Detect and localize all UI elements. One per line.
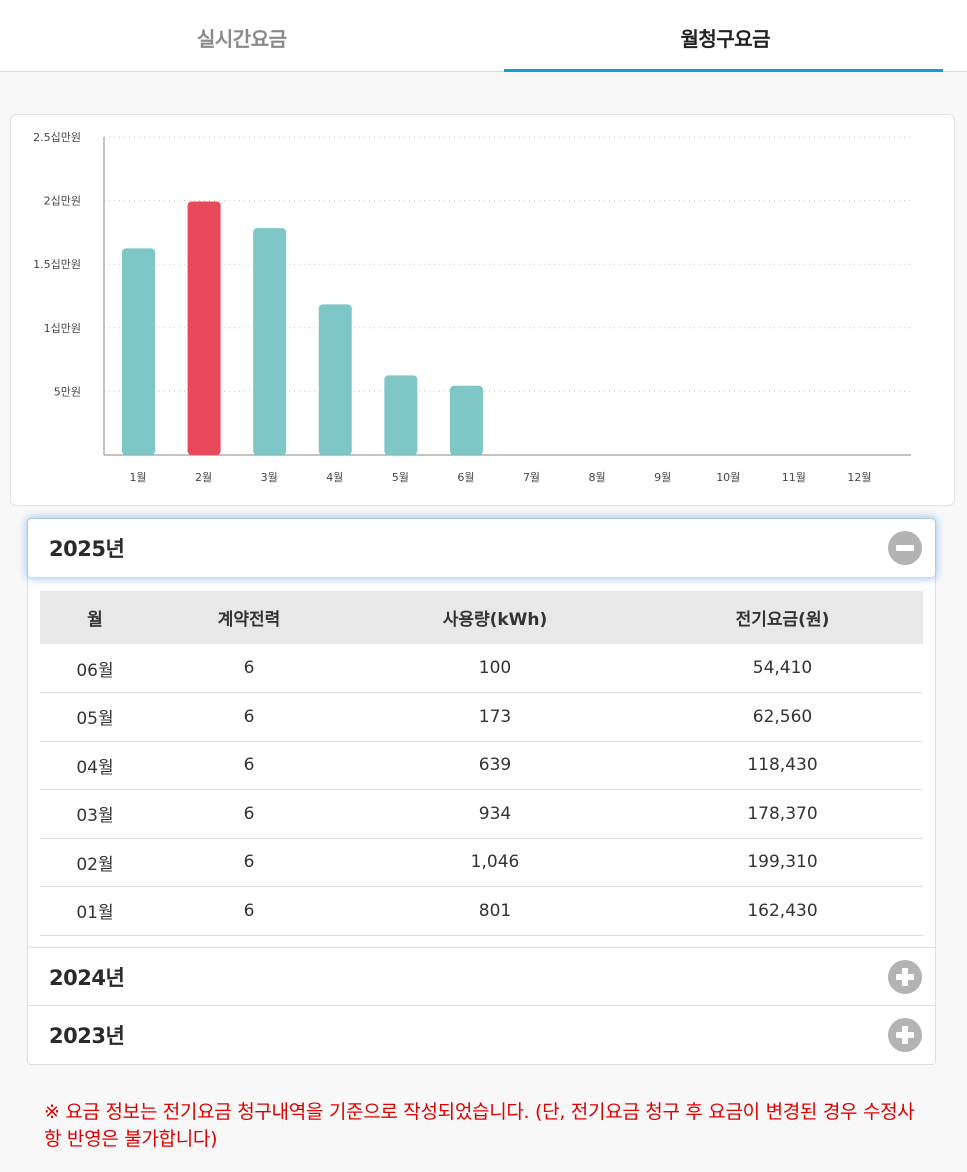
bar-4	[318, 304, 352, 455]
cell-usage: 100	[348, 644, 642, 693]
y-tick-label: 2.5십만원	[33, 131, 81, 144]
year-accordion: 2025년 월 계약전력 사용량(kWh) 전기요금(원) 06월 6 100 …	[27, 518, 936, 1065]
cell-month: 02월	[40, 838, 150, 887]
table-row: 04월 6 639 118,430	[40, 741, 923, 790]
bar-chart: 5만원 1십만원 1.5십만원 2십만원 2.5십만원 1월 2월 3월 4월 5월 6월 7월 8월 9…	[33, 131, 911, 484]
y-tick-label: 1.5십만원	[33, 258, 81, 271]
cell-contract-power: 6	[150, 838, 348, 887]
year-title: 2023년	[49, 1023, 125, 1048]
cell-contract-power: 6	[150, 644, 348, 693]
cell-charge: 162,430	[642, 886, 923, 936]
cell-charge: 62,560	[642, 692, 923, 742]
col-contract-power: 계약전력	[150, 591, 348, 644]
table-row: 05월 6 173 62,560	[40, 692, 923, 742]
cell-usage: 801	[348, 886, 642, 936]
cell-month: 05월	[40, 692, 150, 742]
cell-month: 01월	[40, 886, 150, 936]
billing-notice: ※ 요금 정보는 전기요금 청구내역을 기준으로 작성되었습니다. (단, 전기…	[44, 1101, 915, 1150]
cell-usage: 173	[348, 692, 642, 742]
cell-contract-power: 6	[150, 886, 348, 936]
bar-6	[449, 385, 483, 455]
year-title: 2024년	[49, 965, 125, 990]
x-tick-label: 11월	[782, 471, 806, 484]
monthly-bill-table: 월 계약전력 사용량(kWh) 전기요금(원) 06월 6 100 54,410…	[40, 591, 923, 936]
tab-realtime[interactable]: 실시간요금	[0, 0, 484, 71]
bar-1	[122, 248, 155, 455]
cell-contract-power: 6	[150, 789, 348, 839]
tab-bar: 실시간요금 월청구요금	[0, 0, 967, 72]
bar-3	[253, 228, 287, 455]
cell-charge: 54,410	[642, 644, 923, 693]
cell-charge: 178,370	[642, 789, 923, 839]
bar-2	[187, 201, 221, 455]
y-tick-label: 5만원	[54, 385, 81, 398]
x-tick-label: 10월	[716, 471, 740, 484]
x-tick-label: 9월	[654, 471, 671, 484]
monthly-bill-chart: 5만원 1십만원 1.5십만원 2십만원 2.5십만원 1월 2월 3월 4월 5월 6월 7월 8월 9…	[10, 114, 955, 506]
cell-month: 03월	[40, 789, 150, 839]
year-header-2024[interactable]: 2024년	[28, 947, 935, 1005]
col-month: 월	[40, 591, 150, 644]
x-tick-label: 8월	[589, 471, 606, 484]
x-tick-label: 2월	[195, 471, 212, 484]
cell-usage: 934	[348, 789, 642, 839]
cell-month: 04월	[40, 741, 150, 790]
col-usage: 사용량(kWh)	[348, 591, 642, 644]
cell-charge: 118,430	[642, 741, 923, 790]
year-header-2025[interactable]: 2025년	[28, 519, 935, 577]
minus-circle-icon[interactable]	[888, 531, 922, 565]
year-title: 2025년	[49, 537, 125, 561]
cell-month: 06월	[40, 644, 150, 693]
bar-5	[384, 375, 418, 455]
cell-contract-power: 6	[150, 692, 348, 742]
table-header-row: 월 계약전력 사용량(kWh) 전기요금(원)	[40, 591, 923, 644]
x-tick-label: 1월	[129, 471, 146, 484]
year-header-2023[interactable]: 2023년	[28, 1005, 935, 1063]
table-row: 03월 6 934 178,370	[40, 789, 923, 839]
x-tick-label: 5월	[392, 471, 409, 484]
table-row: 06월 6 100 54,410	[40, 644, 923, 693]
cell-charge: 199,310	[642, 838, 923, 887]
x-tick-label: 7월	[523, 471, 540, 484]
plus-circle-icon[interactable]	[888, 1017, 922, 1052]
x-tick-label: 6월	[457, 471, 474, 484]
cell-contract-power: 6	[150, 741, 348, 790]
x-tick-label: 3월	[261, 471, 278, 484]
y-tick-label: 1십만원	[44, 322, 81, 335]
x-tick-label: 12월	[847, 471, 871, 484]
table-row: 02월 6 1,046 199,310	[40, 838, 923, 887]
tab-monthly[interactable]: 월청구요금	[484, 0, 967, 72]
table-row: 01월 6 801 162,430	[40, 886, 923, 936]
cell-usage: 639	[348, 741, 642, 790]
cell-usage: 1,046	[348, 838, 642, 887]
y-tick-label: 2십만원	[44, 195, 81, 208]
plus-circle-icon[interactable]	[888, 959, 922, 994]
col-charge: 전기요금(원)	[642, 591, 923, 644]
x-tick-label: 4월	[326, 471, 343, 484]
